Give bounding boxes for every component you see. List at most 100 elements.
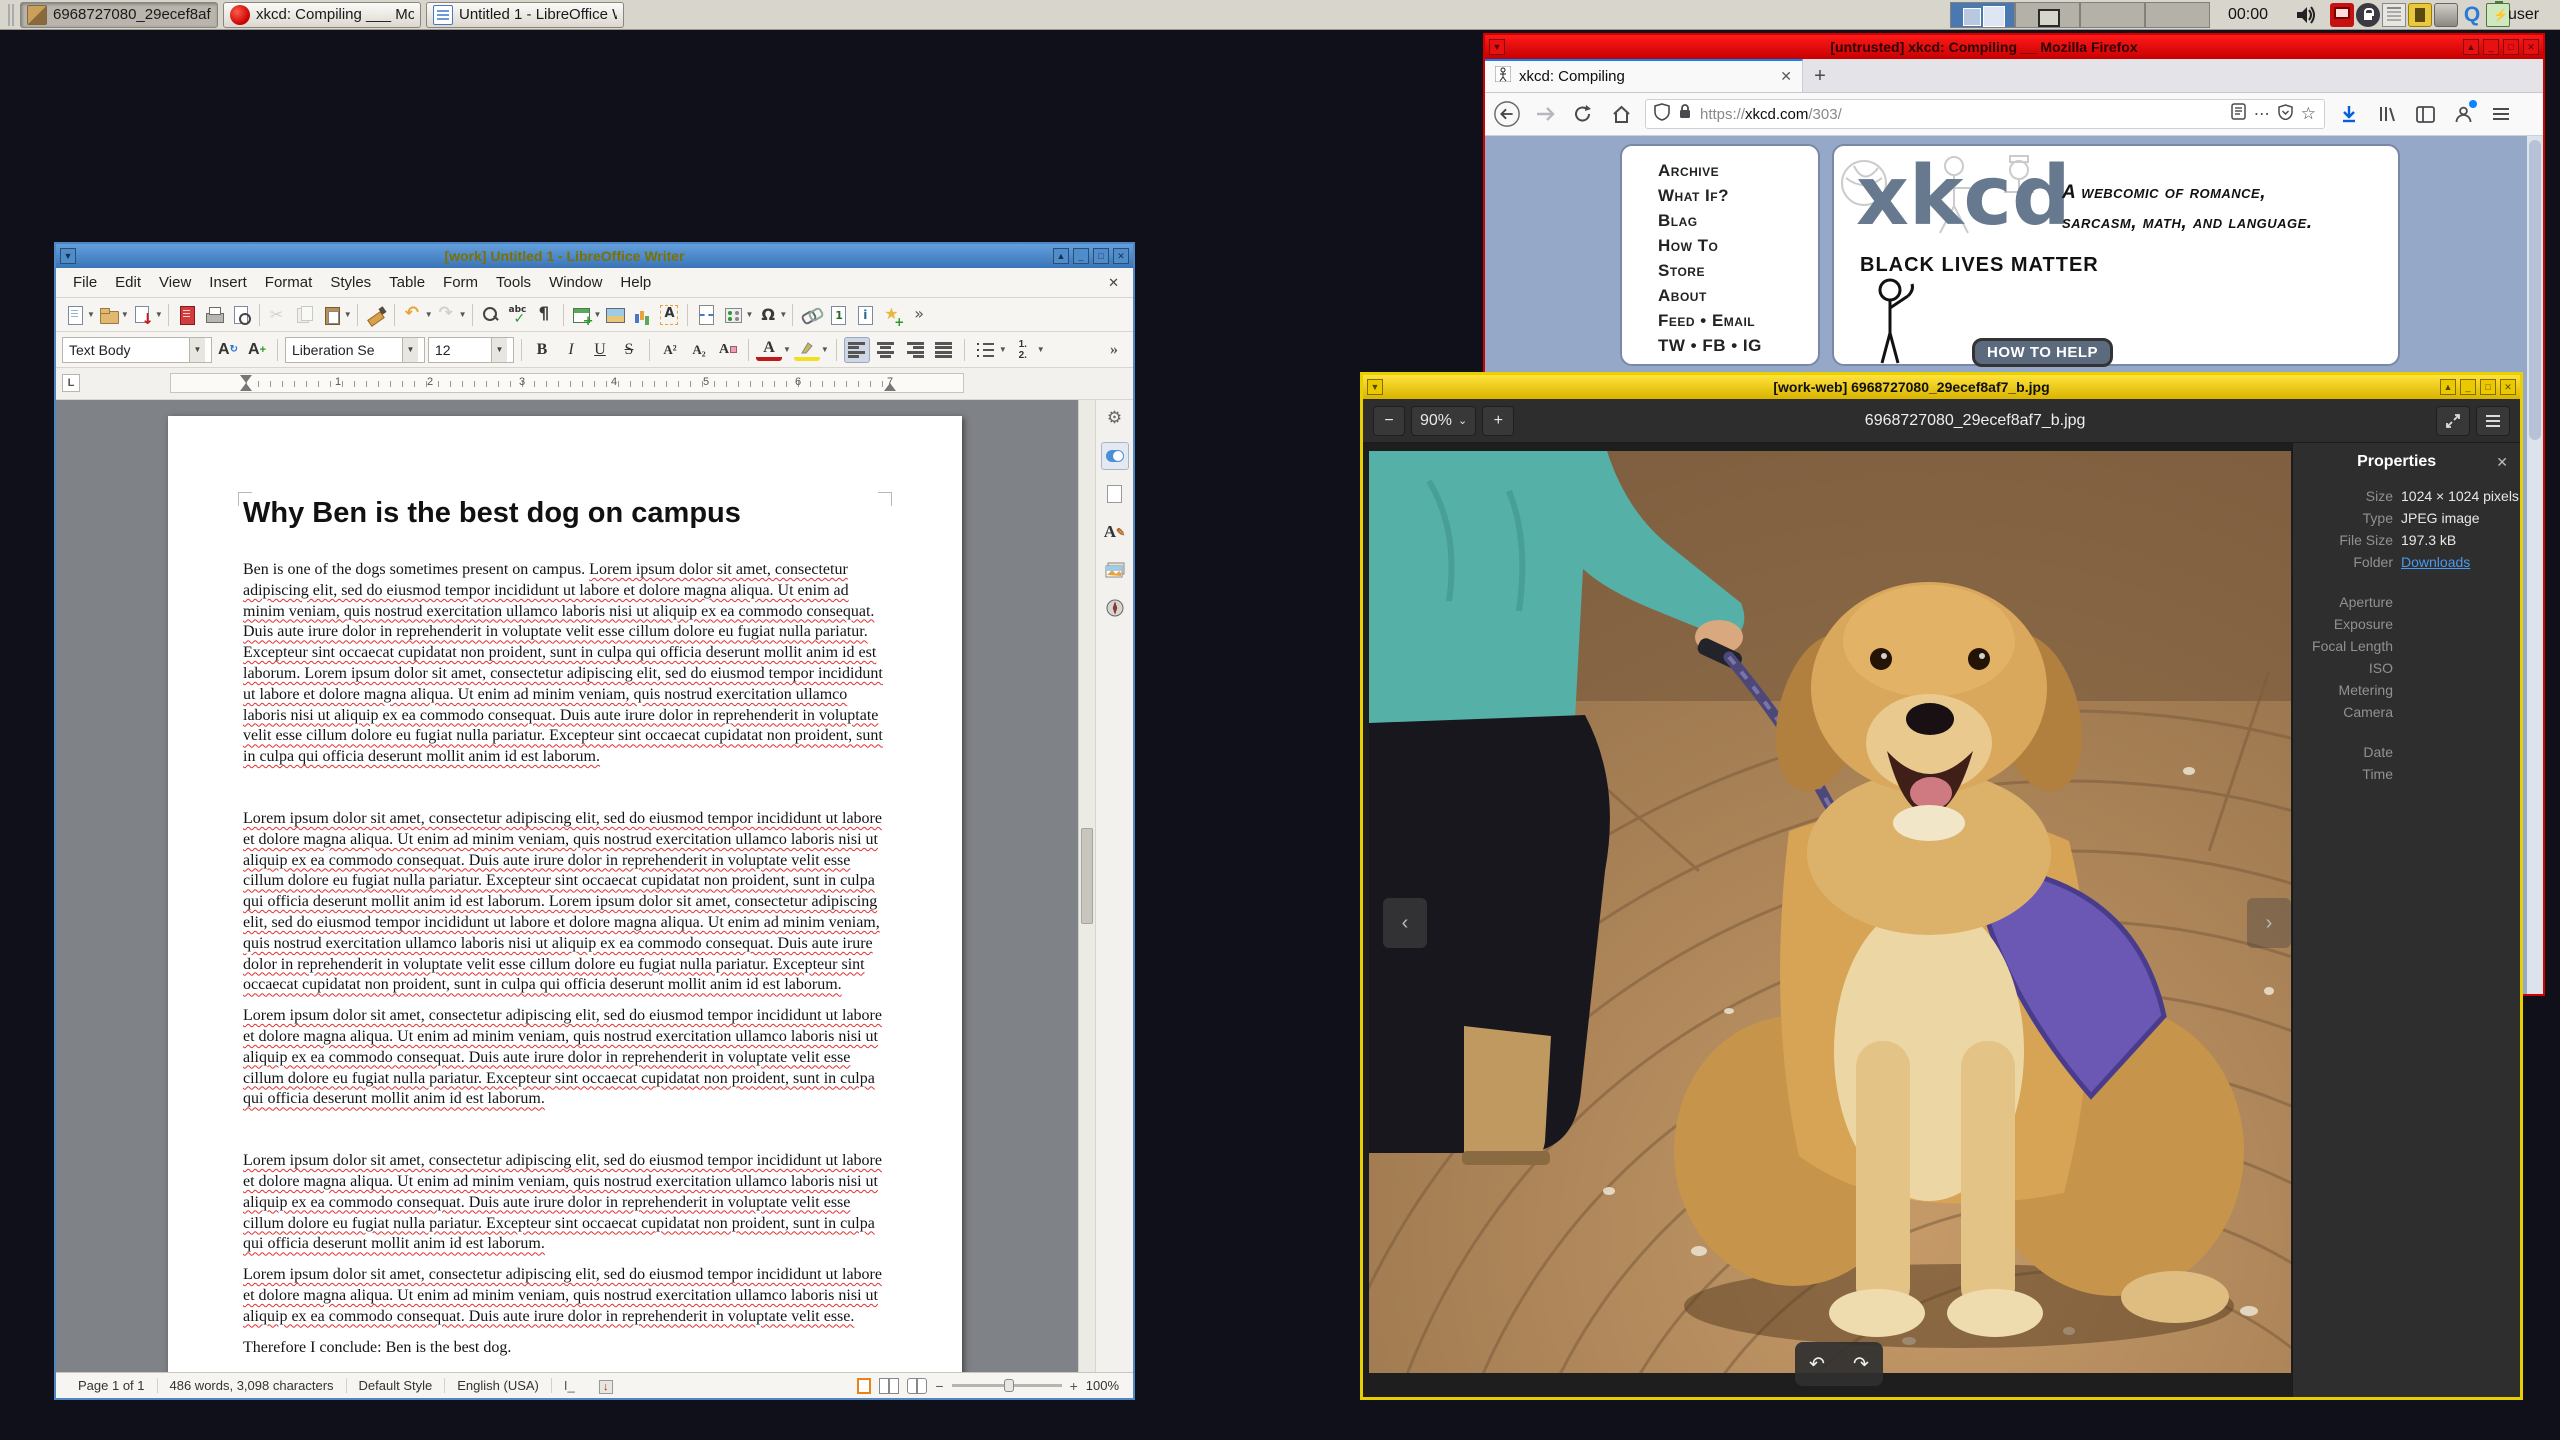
status-language[interactable]: English (USA) (445, 1378, 552, 1393)
close-button[interactable]: ✕ (2523, 39, 2539, 55)
new-tab-button[interactable]: + (1803, 60, 1837, 92)
zoom-out-icon[interactable]: − (935, 1378, 943, 1394)
insert-image-button[interactable] (602, 302, 628, 328)
hamburger-menu-button[interactable] (2487, 100, 2515, 128)
document-body[interactable]: Ben is one of the dogs sometimes present… (243, 560, 887, 1358)
maximize-button[interactable]: □ (2480, 379, 2496, 395)
status-wordcount[interactable]: 486 words, 3,098 characters (158, 1378, 347, 1393)
insert-field-button[interactable] (720, 302, 746, 328)
status-save-icon[interactable]: ↓ (587, 1378, 625, 1394)
bullet-list-button[interactable] (972, 337, 998, 363)
formatting-marks-button[interactable] (532, 302, 558, 328)
maximize-button[interactable]: □ (2503, 39, 2519, 55)
paragraph-style-select[interactable]: Text Body ▼ (62, 336, 212, 363)
insert-table-button[interactable] (569, 302, 595, 329)
reader-view-icon[interactable] (2231, 103, 2246, 125)
clipboard-icon[interactable] (2382, 3, 2406, 27)
sidebar-properties-icon[interactable] (1100, 442, 1129, 470)
bullet-list-dropdown[interactable]: ▼ (999, 345, 1007, 354)
font-name-select[interactable]: Liberation Se ▼ (285, 336, 425, 363)
toolbar-more-button[interactable] (906, 302, 932, 328)
zoom-out-button[interactable]: − (1373, 405, 1405, 436)
menu-help[interactable]: Help (611, 271, 660, 294)
print-button[interactable] (201, 302, 227, 328)
subscript-button[interactable]: A₂ (686, 337, 712, 363)
page-actions-icon[interactable]: ⋯ (2254, 104, 2270, 124)
workspace-3[interactable] (2080, 2, 2145, 28)
numbered-list-button[interactable]: 1. 2. (1010, 337, 1036, 363)
home-button[interactable] (1607, 100, 1635, 128)
insert-field-dropdown[interactable]: ▼ (745, 310, 753, 319)
shade-button[interactable]: ▲ (2440, 379, 2456, 395)
writer-titlebar[interactable]: ▼ [work] Untitled 1 - LibreOffice Writer… (56, 244, 1133, 268)
taskbar-grip[interactable] (8, 3, 16, 26)
close-button[interactable]: ✕ (1113, 248, 1129, 264)
xkcd-nav-link[interactable]: How To (1658, 233, 1818, 258)
forward-button[interactable] (1531, 100, 1559, 128)
tab-close-icon[interactable]: ✕ (1780, 68, 1792, 85)
italic-button[interactable]: I (558, 337, 584, 363)
document-page[interactable]: Why Ben is the best dog on campus Ben is… (168, 416, 962, 1372)
previous-image-button[interactable]: ‹ (1383, 898, 1427, 948)
url-bar[interactable]: https://xkcd.com/303/ ⋯ ☆ (1645, 99, 2325, 129)
rotate-left-button[interactable]: ↶ (1809, 1353, 1825, 1376)
menu-form[interactable]: Form (434, 271, 487, 294)
toolbar-more-button[interactable]: » (1101, 337, 1127, 363)
menu-insert[interactable]: Insert (200, 271, 256, 294)
url-text[interactable]: https://xkcd.com/303/ (1700, 106, 2223, 123)
tab-xkcd[interactable]: xkcd: Compiling ✕ (1485, 59, 1803, 92)
how-to-help-button[interactable]: HOW TO HELP (1972, 338, 2114, 367)
bold-button[interactable]: B (529, 337, 555, 363)
sidebar-gallery-icon[interactable] (1101, 556, 1129, 584)
horizontal-ruler[interactable]: 1234567 (170, 373, 964, 393)
menu-tools[interactable]: Tools (487, 271, 540, 294)
viewer-menu-button[interactable] (2476, 405, 2510, 436)
shade-button[interactable]: ▲ (1053, 248, 1069, 264)
workspace-1[interactable] (1950, 2, 2015, 28)
insert-footnote-button[interactable] (825, 302, 851, 328)
zoom-level[interactable]: 100% (1086, 1378, 1119, 1393)
sidebar-styles-icon[interactable]: A ✎ (1101, 518, 1129, 546)
clone-formatting-button[interactable] (363, 302, 389, 328)
menu-table[interactable]: Table (380, 271, 434, 294)
bookmark-star-icon[interactable]: ☆ (2301, 104, 2316, 124)
align-right-button[interactable] (902, 337, 928, 363)
xkcd-nav-link[interactable]: TW • FB • IG (1658, 333, 1818, 358)
xkcd-nav-link[interactable]: Blag (1658, 208, 1818, 233)
account-button[interactable] (2449, 100, 2477, 128)
export-pdf-button[interactable] (174, 302, 200, 328)
first-line-indent-marker[interactable] (240, 375, 252, 383)
multi-page-view-icon[interactable] (879, 1377, 900, 1394)
disk-icon[interactable] (2434, 3, 2458, 27)
scrollbar-thumb[interactable] (2529, 140, 2541, 440)
spelling-button[interactable] (505, 302, 531, 328)
status-page[interactable]: Page 1 of 1 (66, 1378, 158, 1393)
highlight-color-button[interactable] (793, 339, 820, 361)
insert-hyperlink-button[interactable] (798, 302, 824, 328)
font-size-select[interactable]: 12 ▼ (428, 336, 514, 363)
workspace-2[interactable] (2015, 2, 2080, 28)
window-menu-button[interactable]: ▼ (1367, 379, 1383, 395)
paste-dropdown[interactable]: ▼ (344, 310, 352, 319)
menu-view[interactable]: View (150, 271, 200, 294)
properties-close-icon[interactable]: ✕ (2492, 454, 2512, 471)
zoom-in-button[interactable]: + (1482, 405, 1515, 436)
single-page-view-icon[interactable] (857, 1377, 872, 1394)
left-indent-marker[interactable] (240, 383, 252, 391)
zoom-slider[interactable] (951, 1379, 1062, 1392)
status-insert-mode[interactable]: I_ (552, 1378, 587, 1393)
minimize-button[interactable]: _ (2460, 379, 2476, 395)
special-character-dropdown[interactable]: ▼ (779, 310, 787, 319)
save-button[interactable] (130, 302, 156, 328)
minimize-button[interactable]: _ (2483, 39, 2499, 55)
page-break-button[interactable] (693, 302, 719, 328)
status-page-style[interactable]: Default Style (347, 1378, 446, 1393)
sidebar-toggle-button[interactable] (2411, 100, 2439, 128)
underline-button[interactable]: U (587, 337, 613, 363)
taskbar-button[interactable]: xkcd: Compiling ___ Moz... (223, 1, 421, 28)
lock-icon[interactable] (1678, 103, 1692, 125)
fullscreen-button[interactable] (2436, 405, 2470, 436)
align-left-button[interactable] (843, 336, 870, 363)
rotate-right-button[interactable]: ↷ (1853, 1353, 1869, 1376)
taskbar-button[interactable]: Untitled 1 - LibreOffice W... (426, 1, 624, 28)
